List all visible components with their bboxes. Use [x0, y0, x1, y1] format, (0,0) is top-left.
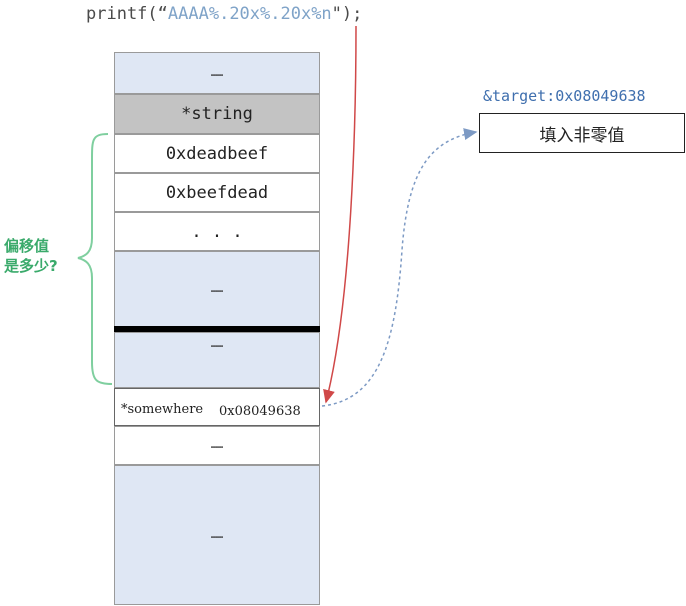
format-n-to-somewhere-arrow: [323, 25, 357, 404]
diagram-canvas: printf(“AAAA%.20x%.20x%n"); …… *string 0…: [0, 0, 686, 606]
offset-brace: [77, 133, 113, 385]
connector-overlay: [77, 25, 478, 407]
somewhere-to-target-arrow: [321, 128, 478, 407]
